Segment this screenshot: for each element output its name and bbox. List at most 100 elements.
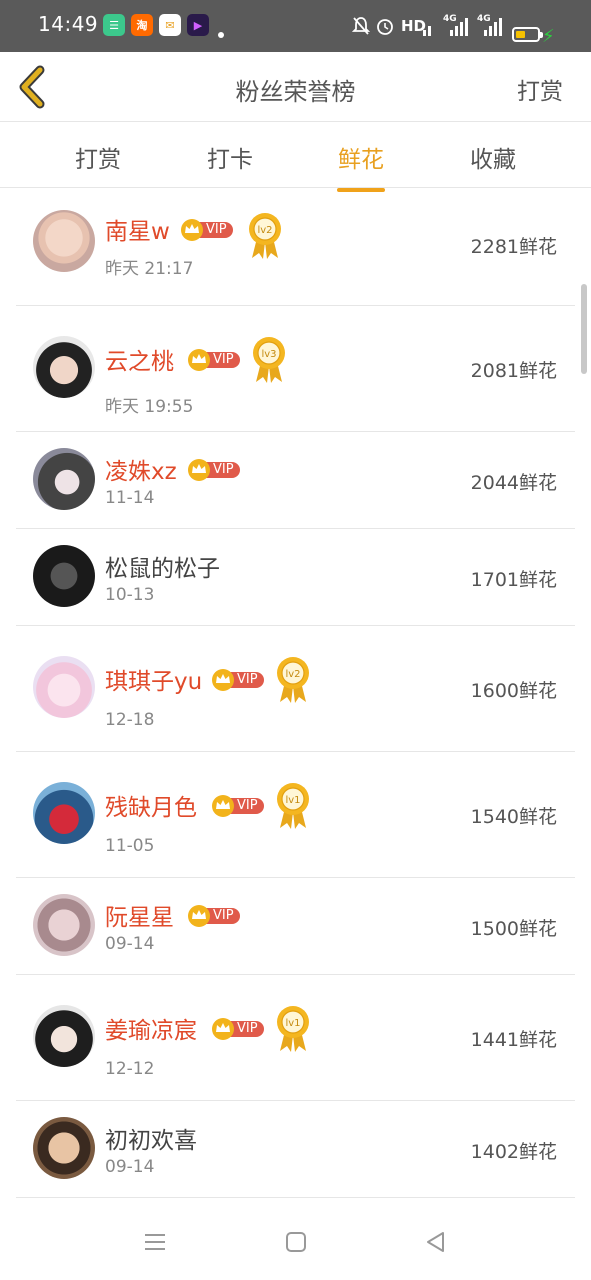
- system-nav-bar: [0, 1200, 591, 1280]
- tab-flowers[interactable]: 鲜花: [321, 140, 401, 192]
- avatar[interactable]: [33, 545, 95, 607]
- avatar[interactable]: [33, 782, 95, 844]
- vip-badge: VIP: [187, 905, 241, 927]
- fan-row[interactable]: 松鼠的松子 10-13 1701鲜花: [16, 529, 575, 626]
- flower-count: 2081鲜花: [470, 360, 557, 382]
- flower-count: 2281鲜花: [470, 236, 557, 258]
- video-app-icon: ▶: [187, 14, 209, 36]
- notification-dot: [218, 32, 224, 38]
- charging-icon: ⚡: [542, 26, 555, 47]
- medal-level-label: lv2: [257, 225, 272, 236]
- vip-label: VIP: [213, 352, 234, 367]
- vip-badge: VIP: [187, 349, 241, 371]
- level-medal-icon: lv2: [275, 656, 311, 704]
- vip-badge: VIP: [180, 219, 234, 241]
- fan-date: 昨天 21:17: [105, 259, 194, 279]
- tab-label: 打赏: [75, 147, 121, 173]
- avatar[interactable]: [33, 1117, 95, 1179]
- fan-row[interactable]: 琪琪子yu VIP lv2 12-18 1600鲜花: [16, 626, 575, 752]
- fan-name: 姜瑜凉宸: [105, 1018, 197, 1044]
- flower-count: 1402鲜花: [470, 1141, 557, 1163]
- fan-date: 12-18: [105, 710, 155, 730]
- avatar[interactable]: [33, 210, 95, 272]
- battery-icon: [512, 27, 543, 42]
- flower-count: 2044鲜花: [470, 472, 557, 494]
- fan-name: 琪琪子yu: [105, 669, 203, 695]
- tab-label: 打卡: [207, 147, 253, 173]
- fan-row[interactable]: 云之桃 VIP lv3 昨天 19:55 2081鲜花: [16, 306, 575, 432]
- app-green-icon: ☰: [103, 14, 125, 36]
- avatar[interactable]: [33, 448, 95, 510]
- tab-label: 鲜花: [338, 147, 384, 173]
- fan-date: 12-12: [105, 1059, 155, 1079]
- fan-name: 凌姝xz: [105, 459, 177, 485]
- fan-date: 11-14: [105, 488, 155, 508]
- vip-label: VIP: [213, 462, 234, 477]
- crown-icon: [211, 795, 233, 817]
- medal-level-label: lv2: [285, 669, 300, 680]
- scrollbar[interactable]: [581, 284, 587, 374]
- crown-icon: [187, 349, 209, 371]
- medal-level-label: lv3: [261, 349, 276, 360]
- crown-icon: [211, 1018, 233, 1040]
- signal-2-icon: [484, 14, 502, 38]
- menu-icon[interactable]: [141, 1228, 169, 1256]
- flower-count: 1540鲜花: [470, 806, 557, 828]
- vip-badge: VIP: [211, 1018, 265, 1040]
- tab-reward[interactable]: 打赏: [58, 140, 138, 174]
- fan-row[interactable]: 初初欢喜 09-14 1402鲜花: [16, 1101, 575, 1198]
- vip-label: VIP: [237, 672, 258, 687]
- level-medal-icon: lv3: [251, 336, 287, 384]
- level-medal-icon: lv2: [247, 212, 283, 260]
- hd-signal-icon: [423, 14, 431, 38]
- avatar[interactable]: [33, 656, 95, 718]
- fan-name: 初初欢喜: [105, 1128, 197, 1154]
- medal-level-label: lv1: [285, 795, 300, 806]
- fan-name: 松鼠的松子: [105, 556, 220, 582]
- fan-name: 云之桃: [105, 349, 174, 375]
- fan-row[interactable]: 姜瑜凉宸 VIP lv1 12-12 1441鲜花: [16, 975, 575, 1101]
- signal-1-icon: [450, 14, 468, 38]
- flower-count: 1600鲜花: [470, 680, 557, 702]
- page-title: 粉丝荣誉榜: [235, 78, 356, 106]
- alarm-icon: [375, 14, 395, 38]
- vip-badge: VIP: [187, 459, 241, 481]
- tab-checkin[interactable]: 打卡: [190, 140, 270, 174]
- flower-count: 1500鲜花: [470, 918, 557, 940]
- fan-date: 11-05: [105, 836, 155, 856]
- reward-button[interactable]: 打赏: [517, 72, 563, 106]
- avatar[interactable]: [33, 894, 95, 956]
- avatar[interactable]: [33, 1005, 95, 1067]
- vip-label: VIP: [213, 908, 234, 923]
- fan-name: 残缺月色: [105, 795, 197, 821]
- fan-ranking-list: 南星w VIP lv2 昨天 21:17 2281鲜花云之桃 VIP lv3 昨天 19:55…: [16, 188, 575, 1198]
- fan-date: 昨天 19:55: [105, 397, 194, 417]
- medal-level-label: lv1: [285, 1018, 300, 1029]
- taobao-icon: 淘: [131, 14, 153, 36]
- flower-count: 1701鲜花: [470, 569, 557, 591]
- status-time: 14:49: [38, 12, 99, 36]
- fan-row[interactable]: 残缺月色 VIP lv1 11-05 1540鲜花: [16, 752, 575, 878]
- fan-row[interactable]: 阮星星 VIP 09-14 1500鲜花: [16, 878, 575, 975]
- fan-row[interactable]: 凌姝xz VIP 11-14 2044鲜花: [16, 432, 575, 529]
- app-yellow-icon: ✉: [159, 14, 181, 36]
- flower-count: 1441鲜花: [470, 1029, 557, 1051]
- fan-name: 南星w: [105, 219, 170, 245]
- fan-name: 阮星星: [105, 905, 174, 931]
- avatar[interactable]: [33, 336, 95, 398]
- level-medal-icon: lv1: [275, 1005, 311, 1053]
- crown-icon: [180, 219, 202, 241]
- tab-favorites[interactable]: 收藏: [453, 140, 533, 174]
- vip-label: VIP: [237, 798, 258, 813]
- tab-label: 收藏: [470, 147, 516, 173]
- vip-badge: VIP: [211, 795, 265, 817]
- home-square-icon[interactable]: [282, 1228, 310, 1256]
- vip-label: VIP: [206, 222, 227, 237]
- crown-icon: [187, 459, 209, 481]
- fan-row[interactable]: 南星w VIP lv2 昨天 21:17 2281鲜花: [16, 188, 575, 306]
- level-medal-icon: lv1: [275, 782, 311, 830]
- crown-icon: [211, 669, 233, 691]
- top-app-bar: 粉丝荣誉榜 打赏: [0, 52, 591, 122]
- fan-date: 09-14: [105, 1157, 155, 1177]
- back-triangle-icon[interactable]: [422, 1228, 450, 1256]
